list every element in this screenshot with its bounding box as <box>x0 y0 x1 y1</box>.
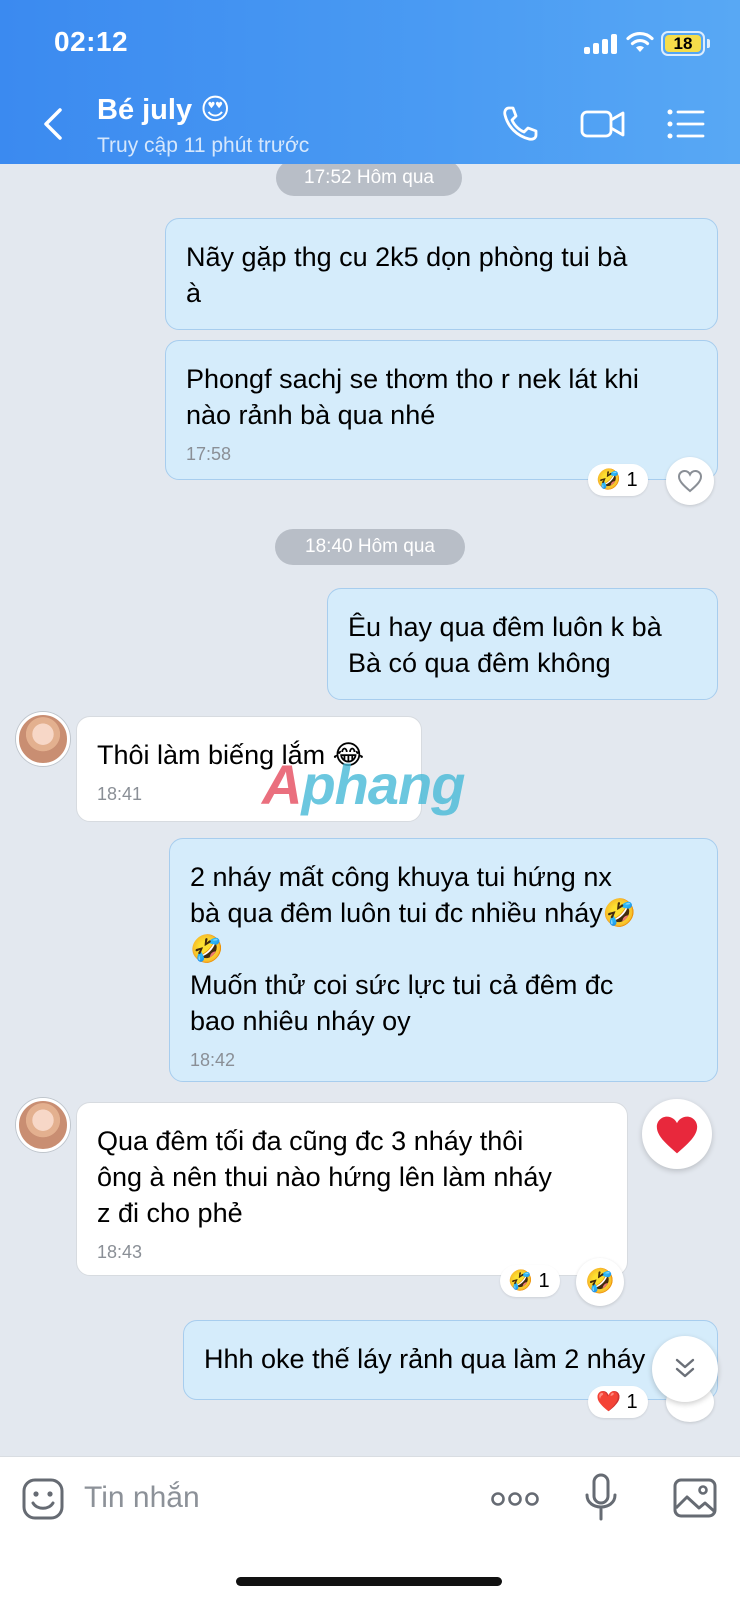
message-text: Qua đêm tối đa cũng đc 3 nháy thôi ông à… <box>97 1126 552 1228</box>
message-list[interactable]: 17:52 Hôm qua Nãy gặp thg cu 2k5 dọn phò… <box>0 164 740 1456</box>
microphone-icon[interactable] <box>584 1473 618 1523</box>
message-input[interactable]: Tin nhắn <box>84 1481 200 1515</box>
outgoing-message[interactable]: 2 nháy mất công khuya tui hứng nx bà qua… <box>169 838 718 1082</box>
message-text: Phongf sachj se thơm tho r nek lát khi n… <box>186 364 639 430</box>
chat-header: 02:12 18 Bé july 😍 Truy cập 11 phút trướ… <box>0 0 740 164</box>
time-separator: 18:40 Hôm qua <box>275 529 465 565</box>
cellular-signal-icon <box>584 34 618 54</box>
message-text: Êu hay qua đêm luôn k bà Bà có qua đêm k… <box>348 612 662 678</box>
reaction-count: 1 <box>626 1391 638 1413</box>
contact-name[interactable]: Bé july 😍 <box>97 92 230 127</box>
message-text: 2 nháy mất công khuya tui hứng nx bà qua… <box>190 862 637 1036</box>
outgoing-message[interactable]: Phongf sachj se thơm tho r nek lát khi n… <box>165 340 718 480</box>
outgoing-message[interactable]: Nãy gặp thg cu 2k5 dọn phòng tui bà à <box>165 218 718 330</box>
back-chevron-icon[interactable] <box>36 104 72 144</box>
time-separator: 17:52 Hôm qua <box>276 164 462 196</box>
last-seen-status: Truy cập 11 phút trước <box>97 134 310 157</box>
wifi-icon <box>626 31 654 52</box>
double-chevron-down-icon <box>675 1358 695 1378</box>
contact-avatar[interactable] <box>16 1098 70 1152</box>
incoming-message[interactable]: Qua đêm tối đa cũng đc 3 nháy thôi ông à… <box>76 1102 628 1276</box>
outgoing-message[interactable]: Êu hay qua đêm luôn k bà Bà có qua đêm k… <box>327 588 718 700</box>
reaction-count-pill[interactable]: ❤️ 1 <box>588 1386 648 1418</box>
battery-tip <box>707 39 710 48</box>
home-indicator <box>236 1577 502 1586</box>
laughing-emoji-icon: 🤣 <box>585 1268 615 1295</box>
react-button[interactable] <box>666 457 714 505</box>
message-composer: Tin nhắn <box>0 1456 740 1600</box>
laughing-emoji-icon: 🤣 <box>508 1270 533 1292</box>
video-camera-icon[interactable] <box>580 104 626 144</box>
my-reaction-button[interactable]: 🤣 <box>576 1258 624 1306</box>
message-text: Nãy gặp thg cu 2k5 dọn phòng tui bà à <box>186 242 628 308</box>
contact-avatar[interactable] <box>16 712 70 766</box>
message-text: Hhh oke thế láy rảnh qua làm 2 nháy <box>204 1344 646 1374</box>
heart-outline-icon <box>677 469 703 493</box>
image-gallery-icon[interactable] <box>672 1477 718 1519</box>
status-time: 02:12 <box>54 26 129 57</box>
heart-filled-icon <box>656 1116 698 1154</box>
reaction-count: 1 <box>626 469 638 491</box>
heart-emoji-icon: ❤️ <box>596 1391 621 1413</box>
message-time: 18:42 <box>190 1050 236 1070</box>
watermark-logo: Aphang <box>262 753 465 816</box>
more-dots-icon[interactable] <box>490 1491 540 1507</box>
reaction-count: 1 <box>538 1270 550 1292</box>
reaction-count-pill[interactable]: 🤣 1 <box>500 1265 560 1297</box>
heart-reaction-button[interactable] <box>642 1099 712 1169</box>
message-time: 18:43 <box>97 1242 143 1262</box>
sticker-icon[interactable] <box>21 1477 65 1521</box>
menu-list-icon[interactable] <box>666 104 706 144</box>
scroll-to-bottom-button[interactable] <box>652 1336 718 1402</box>
battery-indicator: 18 <box>661 31 705 56</box>
message-time: 17:58 <box>186 444 232 464</box>
laughing-emoji-icon: 🤣 <box>596 469 621 491</box>
phone-icon[interactable] <box>500 104 540 144</box>
reaction-count-pill[interactable]: 🤣 1 <box>588 464 648 496</box>
